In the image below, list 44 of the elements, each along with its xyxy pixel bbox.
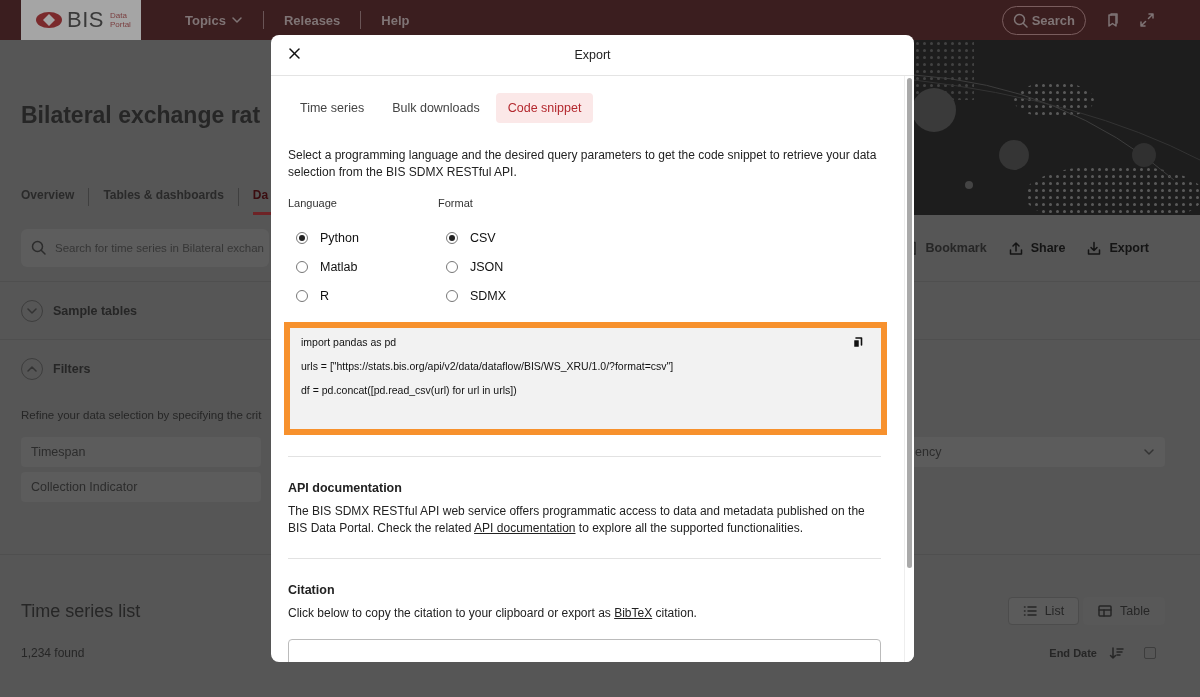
share-button[interactable]: Share xyxy=(1008,241,1066,255)
scrollbar[interactable] xyxy=(907,78,912,568)
chevron-down-icon xyxy=(1143,446,1155,458)
link[interactable]: BibTeX xyxy=(614,606,653,620)
search-icon xyxy=(31,240,47,256)
share-icon xyxy=(1008,241,1023,255)
group-label: Language xyxy=(288,197,338,209)
code-line: urls = ["https://stats.bis.org/api/v2/data/dataflow/BIS/WS_XRU/1.0/?format=csv"] xyxy=(301,360,674,372)
sort-icon xyxy=(1109,646,1124,660)
nav-link[interactable]: Releases xyxy=(263,12,361,28)
section-text: Click below to copy the citation to your clipboard or export as BibTeX citation. xyxy=(288,605,698,622)
checkbox[interactable] xyxy=(1144,647,1156,659)
table-icon xyxy=(1098,604,1113,618)
export-button[interactable]: Export xyxy=(1087,241,1149,255)
dialog-tab[interactable]: Time series xyxy=(288,93,377,123)
radio-option[interactable]: R xyxy=(288,281,438,310)
nav-link[interactable]: Help xyxy=(361,12,430,28)
nav-link[interactable]: Topics xyxy=(165,12,263,28)
bookmarks-icon[interactable] xyxy=(1106,13,1120,27)
group-label: Format xyxy=(438,197,474,209)
link[interactable]: API documentation xyxy=(474,521,576,535)
dialog-tab[interactable]: Bulk downloads xyxy=(380,93,492,123)
radio-option[interactable]: CSV xyxy=(438,223,588,252)
section-heading: API documentation xyxy=(288,481,403,495)
close-icon xyxy=(288,47,301,60)
instructions-text: Select a programming language and the desired query parameters to get the code snippet to retrieve your data selection from the BIS SDMX RESTful API. xyxy=(288,147,878,181)
chevron-down-icon xyxy=(230,14,243,26)
radio-option[interactable]: Matlab xyxy=(288,252,438,281)
radio-option[interactable]: SDMX xyxy=(438,281,588,310)
section-heading: Citation xyxy=(288,583,336,597)
radio-option[interactable]: Python xyxy=(288,223,438,252)
radio-option[interactable]: JSON xyxy=(438,252,588,281)
search-icon xyxy=(1012,12,1028,28)
dialog-title: Export xyxy=(574,48,611,62)
section-text: The BIS SDMX RESTful API web service offers programmatic access to data and metadata published on the BIS Data Portal. Check the related API documentation to explore all the supported functionalities. xyxy=(288,503,866,537)
dialog-tab[interactable]: Code snippet xyxy=(495,93,594,123)
list-icon xyxy=(1022,604,1037,618)
expand-icon[interactable] xyxy=(1140,13,1154,27)
code-line: df = pd.concat([pd.read_csv(url) for url in urls]) xyxy=(301,384,517,396)
logo-emblem-icon xyxy=(35,11,63,29)
download-icon xyxy=(1087,241,1102,255)
code-line: import pandas as pd xyxy=(301,336,397,348)
copy-icon xyxy=(853,337,863,348)
copy-button[interactable] xyxy=(853,337,863,348)
